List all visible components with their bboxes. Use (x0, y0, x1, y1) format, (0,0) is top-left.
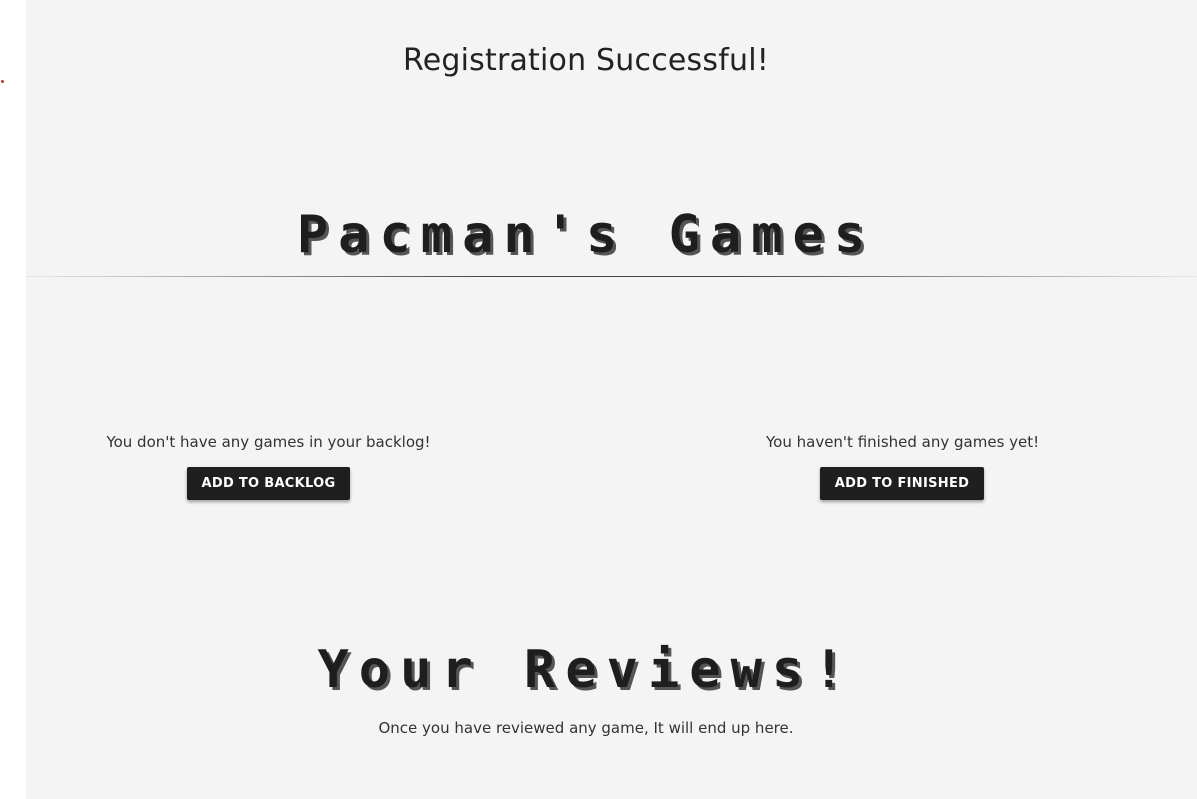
left-margin (0, 0, 26, 799)
backlog-column: You don't have any games in your backlog… (106, 430, 431, 500)
reviews-empty-message: Once you have reviewed any game, It will… (378, 719, 794, 737)
add-to-finished-button[interactable]: ADD TO FINISHED (819, 467, 985, 500)
reviews-section-title: Your Reviews! (317, 640, 855, 700)
backlog-empty-message: You don't have any games in your backlog… (106, 433, 431, 451)
red-dot-marker (1, 80, 4, 83)
add-to-backlog-button[interactable]: ADD TO BACKLOG (186, 467, 351, 500)
main-content: Registration Successful! Pacman's Games … (26, 0, 1197, 799)
section-divider (26, 276, 1197, 277)
finished-column: You haven't finished any games yet! ADD … (766, 430, 1040, 500)
games-section-title: Pacman's Games (296, 205, 876, 265)
registration-success-message: Registration Successful! (403, 43, 769, 78)
finished-empty-message: You haven't finished any games yet! (766, 433, 1040, 451)
